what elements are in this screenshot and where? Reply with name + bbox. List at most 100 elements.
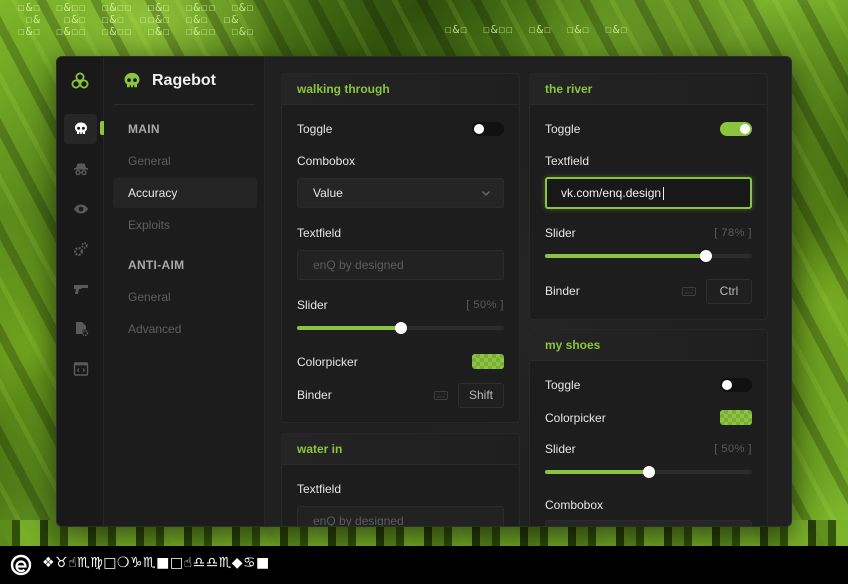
colorpicker-label: Colorpicker xyxy=(297,354,358,369)
toggle-switch[interactable] xyxy=(720,378,752,392)
card-title: water in xyxy=(282,434,519,465)
slider-row: Slider [ 78% ] xyxy=(545,226,752,240)
gears-icon xyxy=(73,242,88,257)
icon-rail xyxy=(57,57,104,526)
slider-track[interactable] xyxy=(545,250,752,262)
card-title: the river xyxy=(530,74,767,105)
slider-fill xyxy=(545,470,649,474)
sidebar-section-anti-aim: ANTI-AIM xyxy=(128,258,185,272)
textfield-value: vk.com/enq.design xyxy=(561,186,662,200)
toggle-switch[interactable] xyxy=(472,122,504,136)
at-logo-icon xyxy=(10,554,32,576)
slider-track[interactable] xyxy=(545,466,752,478)
binder-label: Binder xyxy=(297,388,332,402)
biohazard-icon[interactable] xyxy=(70,71,90,91)
textfield-row: Textfield xyxy=(297,482,504,496)
sidebar-item-advanced[interactable]: Advanced xyxy=(113,314,257,344)
glyph-block-left: ☐&☐ ☐&☐☐ ☐&☐☐ ☐&☐ ☐&☐☐ ☐&☐ ☐& ☐&☐ ☐&☐ ☐☐… xyxy=(18,1,255,38)
rail-item-scripts[interactable] xyxy=(64,354,97,384)
card-the-river: the river Toggle Textfield vk.com/enq.de… xyxy=(529,73,768,320)
combobox-label: Combobox xyxy=(545,498,604,512)
rail-item-configs[interactable] xyxy=(64,314,97,344)
sidebar-item-accuracy[interactable]: Accuracy xyxy=(113,178,257,208)
sidebar-item-aa-general[interactable]: General xyxy=(113,282,257,312)
gun-icon xyxy=(73,285,88,294)
sidebar-item-general[interactable]: General xyxy=(113,146,257,176)
textfield-label: Textfield xyxy=(545,154,590,168)
textfield-input-focused[interactable]: vk.com/enq.design xyxy=(545,177,752,209)
binder-key-button[interactable]: Ctrl xyxy=(706,278,752,304)
chevron-down-icon xyxy=(482,191,490,196)
slider-value: [ 78% ] xyxy=(714,227,752,239)
binder-label: Binder xyxy=(545,284,580,298)
slider-row: Slider [ 50% ] xyxy=(297,298,504,312)
text-caret xyxy=(663,186,665,200)
colorpicker-row: Colorpicker xyxy=(545,410,752,425)
toggle-knob xyxy=(740,124,750,134)
binder-row: Binder Ctrl xyxy=(545,276,752,306)
combobox-label: Combobox xyxy=(297,154,356,168)
keyboard-icon xyxy=(434,390,448,400)
binder-row: Binder Shift xyxy=(297,380,504,410)
color-swatch[interactable] xyxy=(720,410,752,425)
combobox-row: Combobox xyxy=(297,154,504,168)
color-swatch[interactable] xyxy=(472,354,504,369)
sidebar-title: Ragebot xyxy=(152,72,216,89)
cheat-menu-window: Ragebot MAIN General Accuracy Exploits A… xyxy=(56,56,792,527)
toggle-row: Toggle xyxy=(545,122,752,136)
file-gear-icon xyxy=(75,322,88,337)
slider-thumb[interactable] xyxy=(394,322,407,334)
textfield-label: Textfield xyxy=(297,226,342,240)
textfield-row: Textfield xyxy=(545,154,752,168)
slider-label: Slider xyxy=(545,442,576,456)
bottom-bar: ❖♉︎☝︎♏︎♍︎□︎❍︎♑︎♏︎■︎□︎☝︎♎︎♎︎♏︎◆︎♋︎■︎ xyxy=(0,546,848,584)
toggle-knob xyxy=(474,124,484,134)
sidebar-item-exploits[interactable]: Exploits xyxy=(113,210,257,240)
code-window-icon xyxy=(73,362,88,376)
slider-row: Slider [ 50% ] xyxy=(545,442,752,456)
rail-item-legit[interactable] xyxy=(64,154,97,184)
combobox-row: Combobox xyxy=(545,498,752,512)
eye-icon xyxy=(73,204,88,214)
spy-icon xyxy=(73,163,88,176)
sidebar-header: Ragebot xyxy=(122,69,216,93)
toggle-label: Toggle xyxy=(297,122,333,136)
background-glyphs: ☐&☐ ☐&☐☐ ☐&☐☐ ☐&☐ ☐&☐☐ ☐&☐ ☐& ☐&☐ ☐&☐ ☐☐… xyxy=(0,0,848,48)
slider-fill xyxy=(545,254,707,258)
card-walking-through: walking through Toggle Combobox Value Te… xyxy=(281,73,520,423)
binder-control: Shift xyxy=(434,382,504,408)
slider-value: [ 50% ] xyxy=(466,299,504,311)
slider-thumb[interactable] xyxy=(642,466,655,478)
glyph-block-right: ☐&☐ ☐&☐☐ ☐&☐ ☐&☐ ☐&☐ xyxy=(445,23,628,36)
colorpicker-label: Colorpicker xyxy=(545,410,606,425)
rail-item-skins[interactable] xyxy=(64,274,97,304)
slider-thumb[interactable] xyxy=(700,250,713,262)
combobox-select[interactable]: Value xyxy=(297,178,504,208)
toggle-row: Toggle xyxy=(545,378,752,392)
sidebar-section-main: MAIN xyxy=(128,122,160,136)
combobox-select[interactable] xyxy=(545,520,752,526)
rail-item-ragebot[interactable] xyxy=(64,114,97,144)
combobox-value: Value xyxy=(313,186,343,200)
slider-track[interactable] xyxy=(297,322,504,334)
toggle-label: Toggle xyxy=(545,378,581,392)
card-water-in: water in Textfield enQ by designed xyxy=(281,433,520,526)
rail-item-visuals[interactable] xyxy=(64,194,97,224)
toggle-label: Toggle xyxy=(545,122,581,136)
keyboard-icon xyxy=(682,286,696,296)
textfield-input[interactable]: enQ by designed xyxy=(297,250,504,280)
skull-icon xyxy=(74,122,87,135)
rail-item-misc[interactable] xyxy=(64,234,97,264)
toggle-switch[interactable] xyxy=(720,122,752,136)
sidebar: Ragebot MAIN General Accuracy Exploits A… xyxy=(104,57,312,526)
slider-label: Slider xyxy=(545,226,576,240)
slider-value: [ 50% ] xyxy=(714,443,752,455)
toggle-row: Toggle xyxy=(297,122,504,136)
sidebar-divider xyxy=(114,104,255,105)
textfield-input[interactable]: enQ by designed xyxy=(297,506,504,526)
card-title: my shoes xyxy=(530,330,767,361)
binder-key-button[interactable]: Shift xyxy=(458,382,504,408)
content-area: walking through Toggle Combobox Value Te… xyxy=(265,57,791,526)
toggle-knob xyxy=(722,380,732,390)
slider-fill xyxy=(297,326,401,330)
